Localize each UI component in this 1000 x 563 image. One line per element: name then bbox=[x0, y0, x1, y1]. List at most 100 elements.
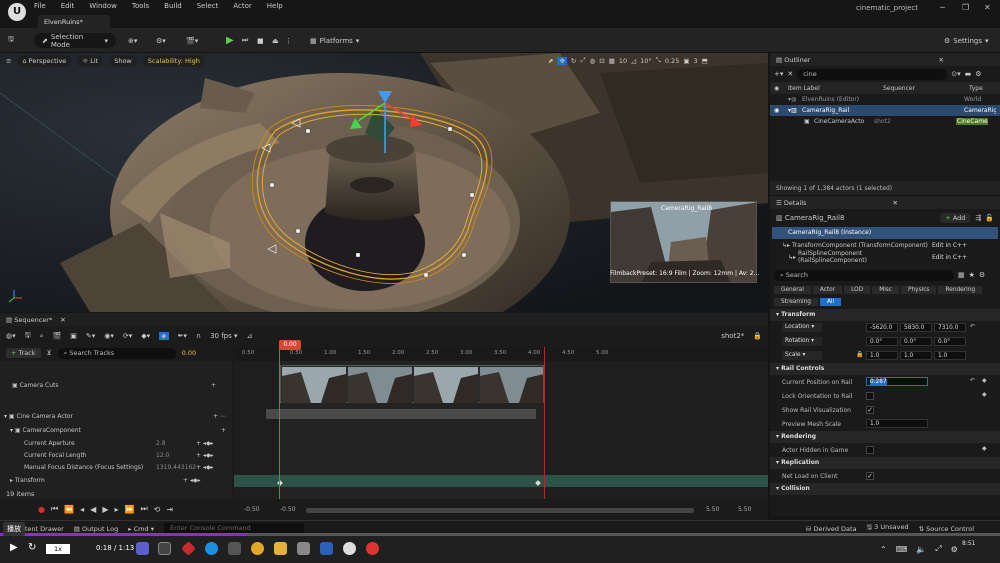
col-item-label[interactable]: Item Label bbox=[788, 85, 883, 92]
reset-icon[interactable]: ↶ bbox=[970, 323, 975, 330]
next-key-icon[interactable]: ⏩ bbox=[125, 505, 135, 514]
range-icon[interactable]: ⇥ bbox=[166, 505, 173, 514]
show-rail-checkbox[interactable]: ✓ bbox=[866, 406, 874, 414]
lock-orientation-checkbox[interactable] bbox=[866, 392, 874, 400]
lit-button[interactable]: ☼ Lit bbox=[77, 55, 104, 67]
rotate-tool-icon[interactable]: ↻ bbox=[571, 57, 576, 65]
level-viewport[interactable]: ≡ ⌂ Perspective ☼ Lit Show Scalability: … bbox=[0, 53, 768, 312]
menu-tools[interactable]: Tools bbox=[132, 2, 149, 10]
chrome-icon[interactable] bbox=[251, 542, 264, 555]
keyframe-controls-icon[interactable]: + ◂◆▸ bbox=[183, 477, 201, 484]
location-x[interactable]: -5620.0 bbox=[866, 323, 898, 332]
save-icon[interactable]: 🖫 bbox=[8, 33, 14, 48]
rotation-snap-value[interactable]: 10° bbox=[640, 57, 652, 65]
loop-icon[interactable]: ⟲ bbox=[154, 505, 161, 514]
store-icon[interactable] bbox=[228, 542, 241, 555]
add-icon[interactable]: + ⋯ bbox=[213, 413, 226, 420]
lock-icon[interactable]: 🔒 bbox=[856, 351, 863, 358]
find-icon[interactable]: ⌕ bbox=[40, 332, 44, 341]
next-frame-icon[interactable]: ▸ bbox=[114, 505, 118, 514]
tab-all[interactable]: All bbox=[819, 298, 842, 306]
play-icon[interactable]: ▶ bbox=[226, 33, 234, 48]
current-time[interactable]: 0.00 bbox=[182, 349, 196, 357]
folder-icon[interactable]: ▬ bbox=[965, 70, 972, 78]
menu-build[interactable]: Build bbox=[164, 2, 182, 10]
tab-streaming[interactable]: Streaming bbox=[774, 298, 818, 306]
keyframe-icon[interactable]: ◆ bbox=[982, 391, 987, 398]
save-icon[interactable]: 🖫 bbox=[25, 331, 31, 342]
speaker-icon[interactable]: 🔈 bbox=[916, 545, 926, 554]
render-icon[interactable]: 🎬 bbox=[53, 332, 62, 340]
track-cine-camera-actor[interactable]: ▾ ▣ Cine Camera Actor + ⋯ bbox=[0, 410, 232, 422]
rotation-dropdown[interactable]: Rotation ▾ bbox=[782, 337, 822, 346]
menu-select[interactable]: Select bbox=[197, 2, 219, 10]
layout-value[interactable]: 3 bbox=[694, 57, 698, 65]
unreal-taskbar-icon[interactable] bbox=[343, 542, 356, 555]
details-search-input[interactable]: ⌕ Search bbox=[774, 269, 954, 281]
keyframe-controls-icon[interactable]: + ◂◆▸ bbox=[196, 440, 214, 447]
scale-snap-icon[interactable]: ⤡ bbox=[656, 56, 661, 65]
lock-icon[interactable]: 🔒 bbox=[753, 332, 762, 340]
eject-icon[interactable]: ⏏ bbox=[272, 33, 279, 48]
replication-section[interactable]: ▾ Replication bbox=[770, 457, 1000, 469]
location-y[interactable]: 5830.0 bbox=[900, 323, 932, 332]
cinematics-icon[interactable]: 🎬▾ bbox=[186, 33, 198, 48]
stop-icon[interactable]: ■ bbox=[257, 33, 264, 48]
replay-icon[interactable]: ↻ bbox=[28, 542, 36, 553]
view-range-start[interactable]: -0.50 bbox=[244, 506, 260, 513]
level-tab[interactable]: ElvenRuins* bbox=[38, 15, 110, 28]
track-current-focal-length[interactable]: Current Focal Length 12.0 + ◂◆▸ bbox=[0, 449, 232, 461]
scale-dropdown[interactable]: Scale ▾ bbox=[782, 351, 822, 360]
filter-icon[interactable]: ⊙▾ bbox=[951, 70, 960, 78]
location-dropdown[interactable]: Location ▾ bbox=[782, 323, 822, 332]
rotation-z[interactable]: 0.0° bbox=[934, 337, 966, 346]
fps-dropdown[interactable]: 30 fps ▾ bbox=[210, 332, 237, 340]
video-settings-icon[interactable]: ⚙ bbox=[951, 545, 958, 554]
actor-name[interactable]: CameraRig_Rail8 bbox=[785, 214, 845, 222]
track-current-aperture[interactable]: Current Aperture 2.8 + ◂◆▸ bbox=[0, 437, 232, 449]
location-z[interactable]: 7310.0 bbox=[934, 323, 966, 332]
visibility-icon[interactable]: ◉ bbox=[774, 85, 788, 92]
show-button[interactable]: Show bbox=[109, 55, 137, 67]
key-icon[interactable]: ◆▾ bbox=[141, 332, 150, 340]
outliner-row-camerarig[interactable]: ◉ ▾▥ CameraRig_Rail CameraRig bbox=[770, 105, 1000, 116]
transform-section-bar[interactable] bbox=[234, 475, 768, 487]
prev-frame-icon[interactable]: ◂ bbox=[80, 505, 84, 514]
selection-mode-dropdown[interactable]: ⬈ Selection Mode ▾ bbox=[34, 33, 116, 49]
outliner-close-icon[interactable]: ✕ bbox=[939, 56, 944, 64]
favorite-icon[interactable]: ★ bbox=[969, 271, 975, 279]
tab-general[interactable]: General bbox=[774, 286, 811, 294]
file-explorer-icon[interactable] bbox=[274, 542, 287, 555]
col-sequencer[interactable]: Sequencer bbox=[883, 85, 969, 92]
keyframe-controls-icon[interactable]: + ◂◆▸ bbox=[196, 452, 214, 459]
video-play-icon[interactable]: ▶ bbox=[10, 542, 18, 553]
more-icon[interactable]: ⋮ bbox=[285, 33, 292, 48]
menu-help[interactable]: Help bbox=[267, 2, 283, 10]
grid-snap-icon[interactable]: ▦ bbox=[609, 57, 615, 65]
network-icon[interactable]: ⌨ bbox=[896, 545, 908, 554]
tab-physics[interactable]: Physics bbox=[901, 286, 937, 294]
working-range-end[interactable]: 5.50 bbox=[706, 506, 719, 513]
table-view-icon[interactable]: ▦ bbox=[958, 271, 965, 279]
outliner-row-world[interactable]: ▾◍ ElvenRuins (Editor) World bbox=[770, 94, 1000, 105]
snap-icon[interactable]: ◈ bbox=[159, 332, 169, 340]
track-camera-cuts[interactable]: ▣ Camera Cuts + bbox=[0, 379, 232, 391]
output-log-button[interactable]: ▤ Output Log bbox=[74, 525, 118, 533]
view-icon[interactable]: ◉▾ bbox=[104, 332, 114, 340]
preview-mesh-input[interactable]: 1.0 bbox=[866, 419, 928, 428]
teams-icon[interactable] bbox=[136, 542, 149, 555]
rotation-x[interactable]: 0.0° bbox=[866, 337, 898, 346]
move-tool-icon[interactable]: ✥ bbox=[557, 56, 567, 65]
time-ruler[interactable]: 0.50 0.50 1.00 1.50 2.00 2.50 3.00 3.50 4.00 4.50… bbox=[234, 347, 768, 361]
camera-speed-value[interactable]: 0.25 bbox=[665, 57, 679, 65]
track-manual-focus-distance[interactable]: Manual Focus Distance (Focus Settings) 1… bbox=[0, 461, 232, 473]
range-end-marker[interactable] bbox=[544, 347, 545, 499]
unreal-logo-icon[interactable]: U bbox=[8, 3, 26, 21]
surface-snap-icon[interactable]: ⊡ bbox=[599, 57, 604, 65]
lock-icon[interactable]: 🔓 bbox=[985, 214, 994, 222]
reset-icon[interactable]: ↶ bbox=[970, 377, 975, 384]
camera-speed-icon[interactable]: ▣ bbox=[683, 57, 689, 65]
speed-button[interactable]: 1x bbox=[46, 544, 70, 554]
word-icon[interactable] bbox=[320, 542, 333, 555]
jump-start-icon[interactable]: ⏮ bbox=[51, 504, 58, 514]
